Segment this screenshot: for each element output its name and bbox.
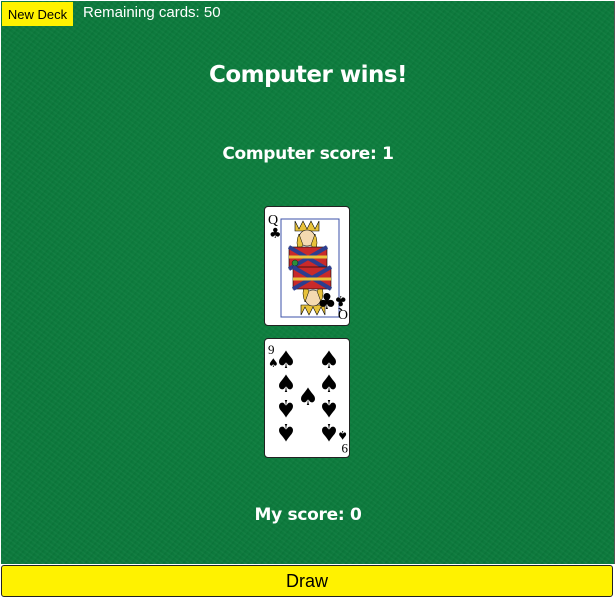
spade-icon: ♠ xyxy=(275,370,297,398)
spade-icon: ♠ xyxy=(337,428,348,442)
club-icon: ♣ xyxy=(269,226,282,242)
round-result: Computer wins! xyxy=(208,62,408,88)
computer-score: Computer score: 1 xyxy=(222,144,394,164)
spade-icon: ♠ xyxy=(275,394,297,422)
spade-icon: ♠ xyxy=(318,370,340,398)
club-icon: ♣ xyxy=(334,292,347,308)
player-card-nine-of-spades: 9 ♠ ♠ ♠ ♠ ♠ ♠ ♠ ♠ ♠ ♠ 9 ♠ xyxy=(264,338,350,458)
remaining-cards-label: Remaining cards: 50 xyxy=(83,4,221,21)
spade-icon: ♠ xyxy=(297,383,319,411)
card-rank-top: 9 xyxy=(268,342,275,357)
new-deck-button[interactable]: New Deck xyxy=(2,2,73,26)
my-score: My score: 0 xyxy=(254,505,362,525)
spade-icon: ♠ xyxy=(275,418,297,446)
club-icon: ♣ xyxy=(317,290,337,315)
draw-button[interactable]: Draw xyxy=(1,565,613,597)
card-rank-bottom: 9 xyxy=(342,441,349,456)
spade-icon: ♠ xyxy=(318,394,340,422)
computer-card-queen-of-clubs: Q ♣ ♣ Q ♣ xyxy=(264,206,350,326)
spade-icon: ♠ xyxy=(318,418,340,446)
